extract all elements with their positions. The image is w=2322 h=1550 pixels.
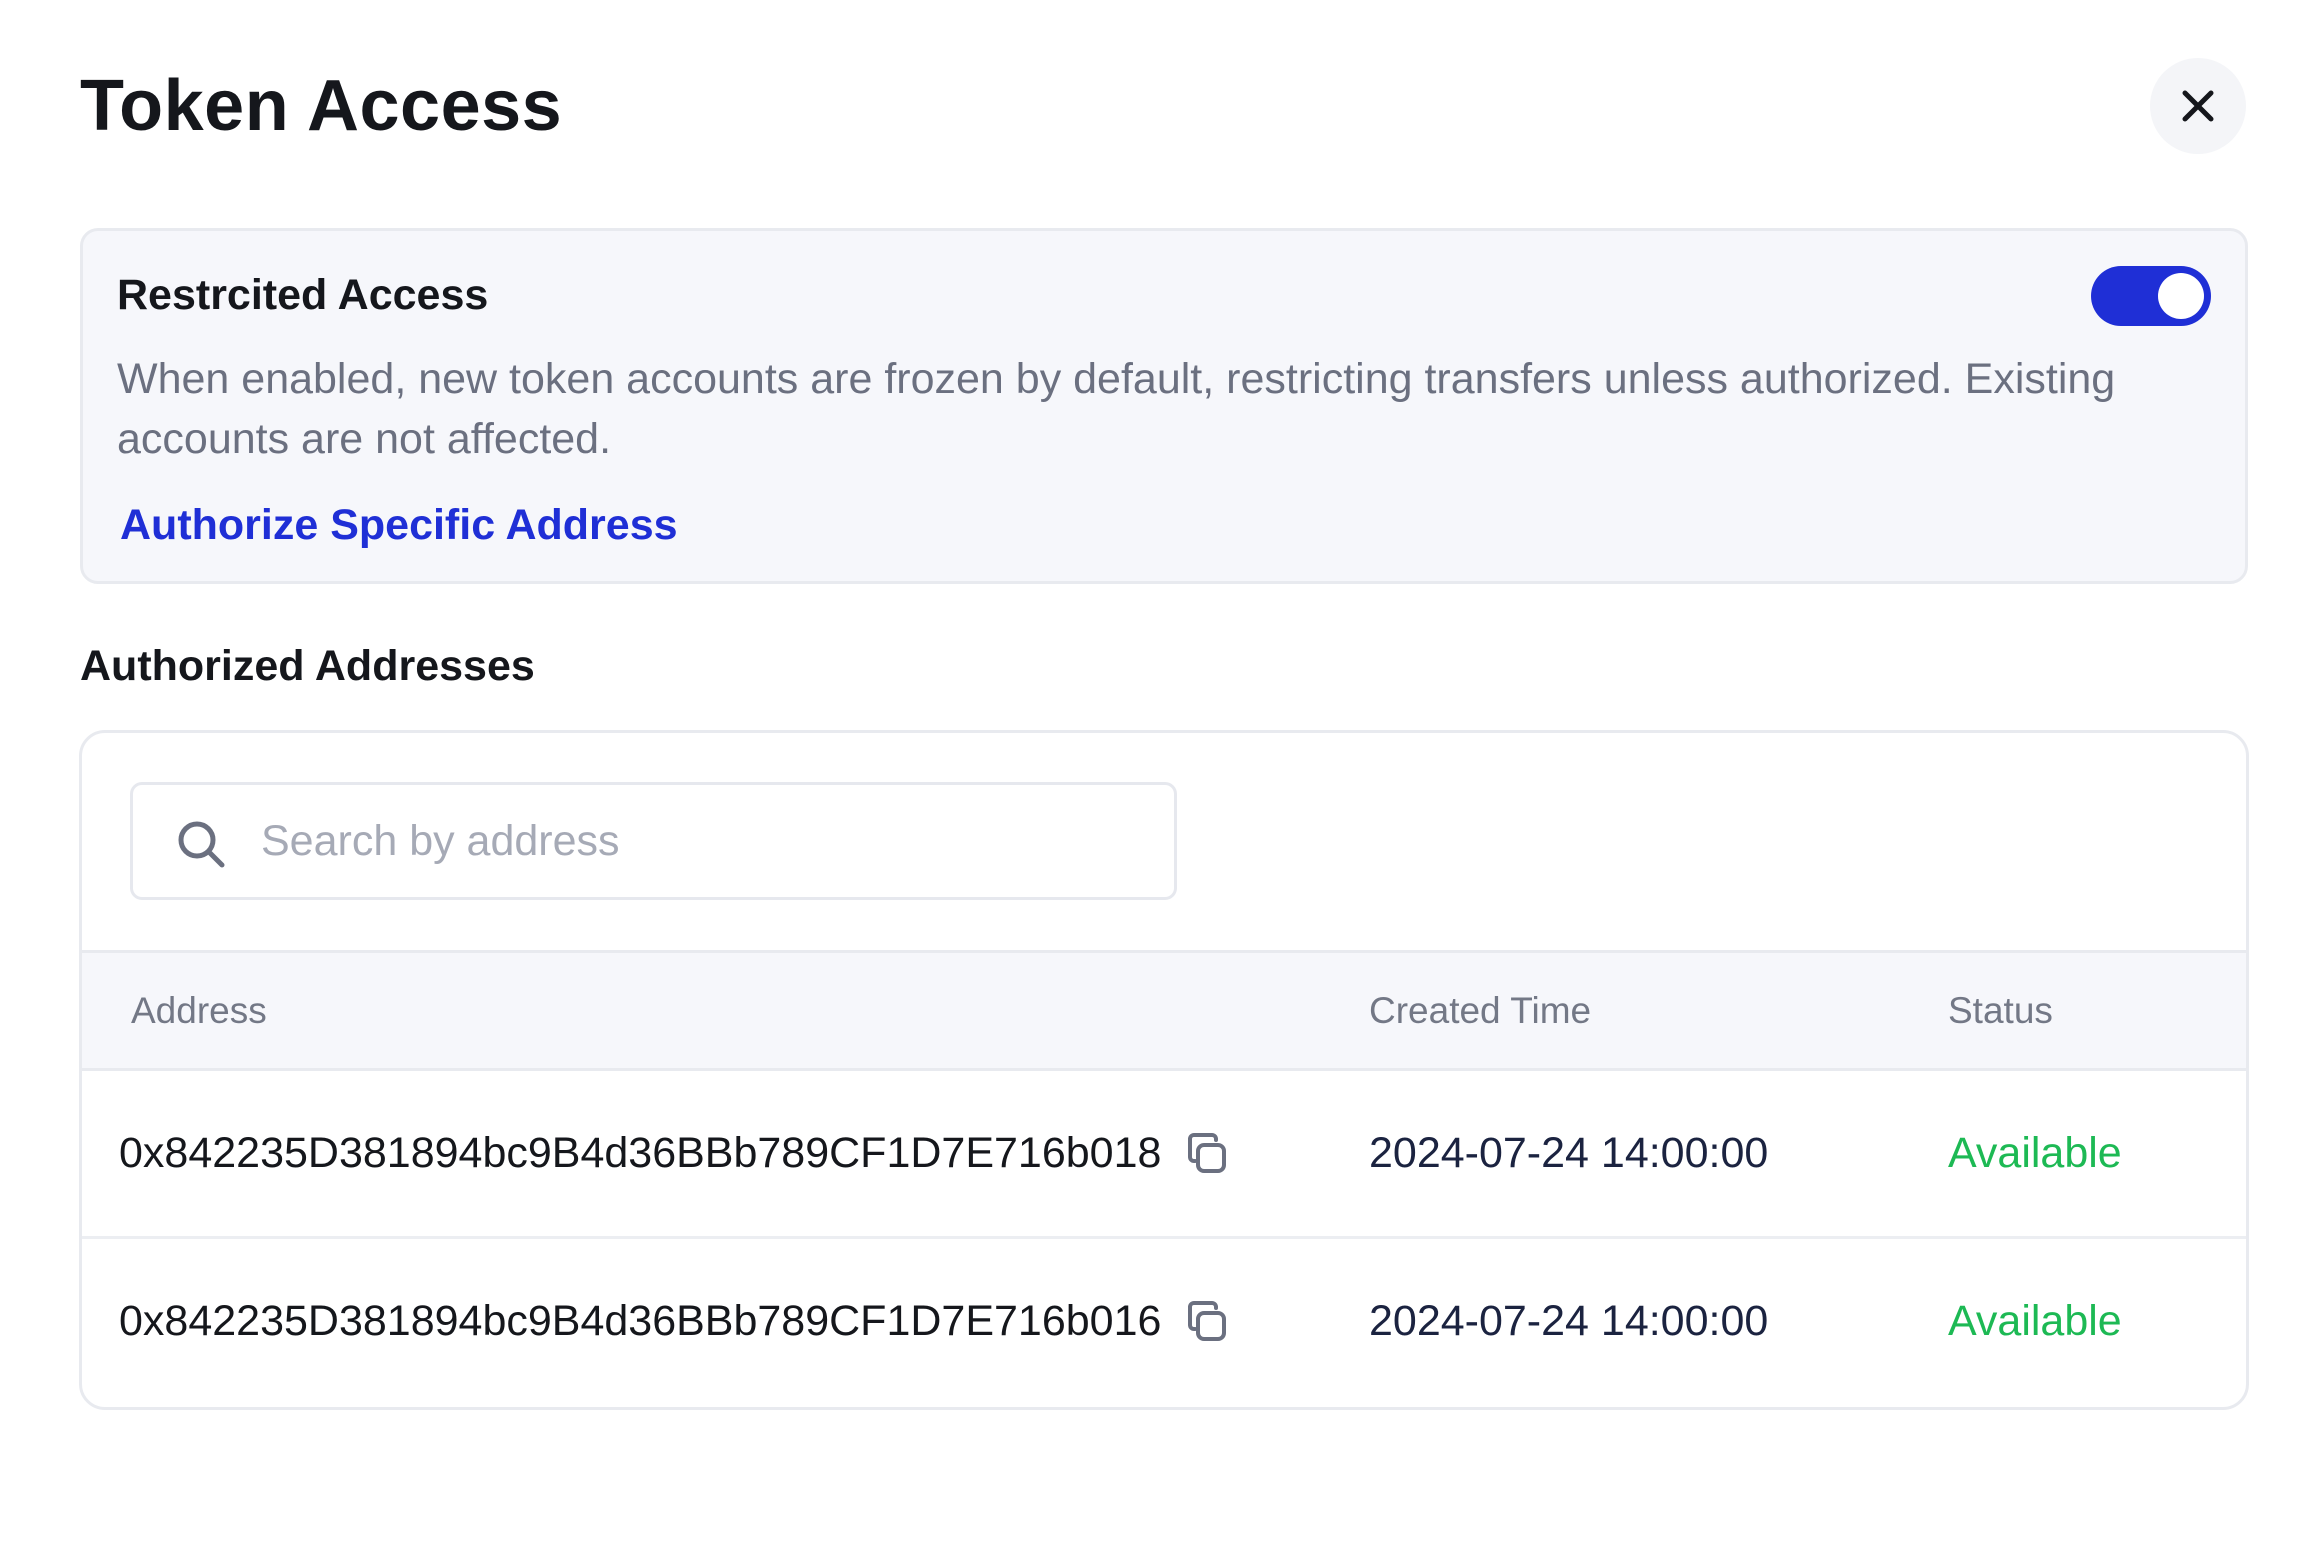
- address-cell: 0x842235D381894bc9B4d36BBb789CF1D7E716b0…: [119, 1239, 1231, 1404]
- search-box[interactable]: [130, 782, 1177, 900]
- status-cell: Available: [1948, 1297, 2122, 1345]
- created-time-cell: 2024-07-24 14:00:00: [1369, 1297, 1769, 1345]
- authorized-addresses-title: Authorized Addresses: [80, 642, 535, 690]
- close-icon: [2182, 90, 2214, 122]
- column-header-status: Status: [1948, 990, 2053, 1031]
- restricted-access-card: Restrcited Access When enabled, new toke…: [80, 228, 2248, 584]
- copy-icon[interactable]: [1183, 1298, 1231, 1346]
- search-input[interactable]: [261, 795, 1141, 887]
- table-header: Address Created Time Status: [82, 950, 2246, 1071]
- column-header-address: Address: [131, 990, 267, 1031]
- close-button[interactable]: [2150, 58, 2246, 154]
- authorized-addresses-table: Address Created Time Status 0x842235D381…: [79, 730, 2249, 1410]
- column-header-created-time: Created Time: [1369, 990, 1592, 1031]
- modal-title: Token Access: [80, 66, 563, 146]
- table-row: 0x842235D381894bc9B4d36BBb789CF1D7E716b0…: [82, 1071, 2246, 1239]
- restricted-access-title: Restrcited Access: [117, 271, 489, 319]
- token-access-modal: Token Access Restrcited Access When enab…: [0, 0, 2322, 1550]
- address-text: 0x842235D381894bc9B4d36BBb789CF1D7E716b0…: [119, 1129, 1162, 1177]
- created-time-cell: 2024-07-24 14:00:00: [1369, 1129, 1769, 1177]
- restricted-access-description: When enabled, new token accounts are fro…: [117, 355, 2116, 463]
- address-text: 0x842235D381894bc9B4d36BBb789CF1D7E716b0…: [119, 1297, 1162, 1345]
- table-row: 0x842235D381894bc9B4d36BBb789CF1D7E716b0…: [82, 1239, 2246, 1407]
- status-cell: Available: [1948, 1129, 2122, 1177]
- authorize-specific-address-link[interactable]: Authorize Specific Address: [120, 497, 678, 553]
- toggle-knob: [2158, 273, 2204, 319]
- address-cell: 0x842235D381894bc9B4d36BBb789CF1D7E716b0…: [119, 1071, 1231, 1236]
- copy-icon[interactable]: [1183, 1130, 1231, 1178]
- restricted-access-toggle[interactable]: [2091, 266, 2211, 326]
- search-icon: [178, 821, 225, 868]
